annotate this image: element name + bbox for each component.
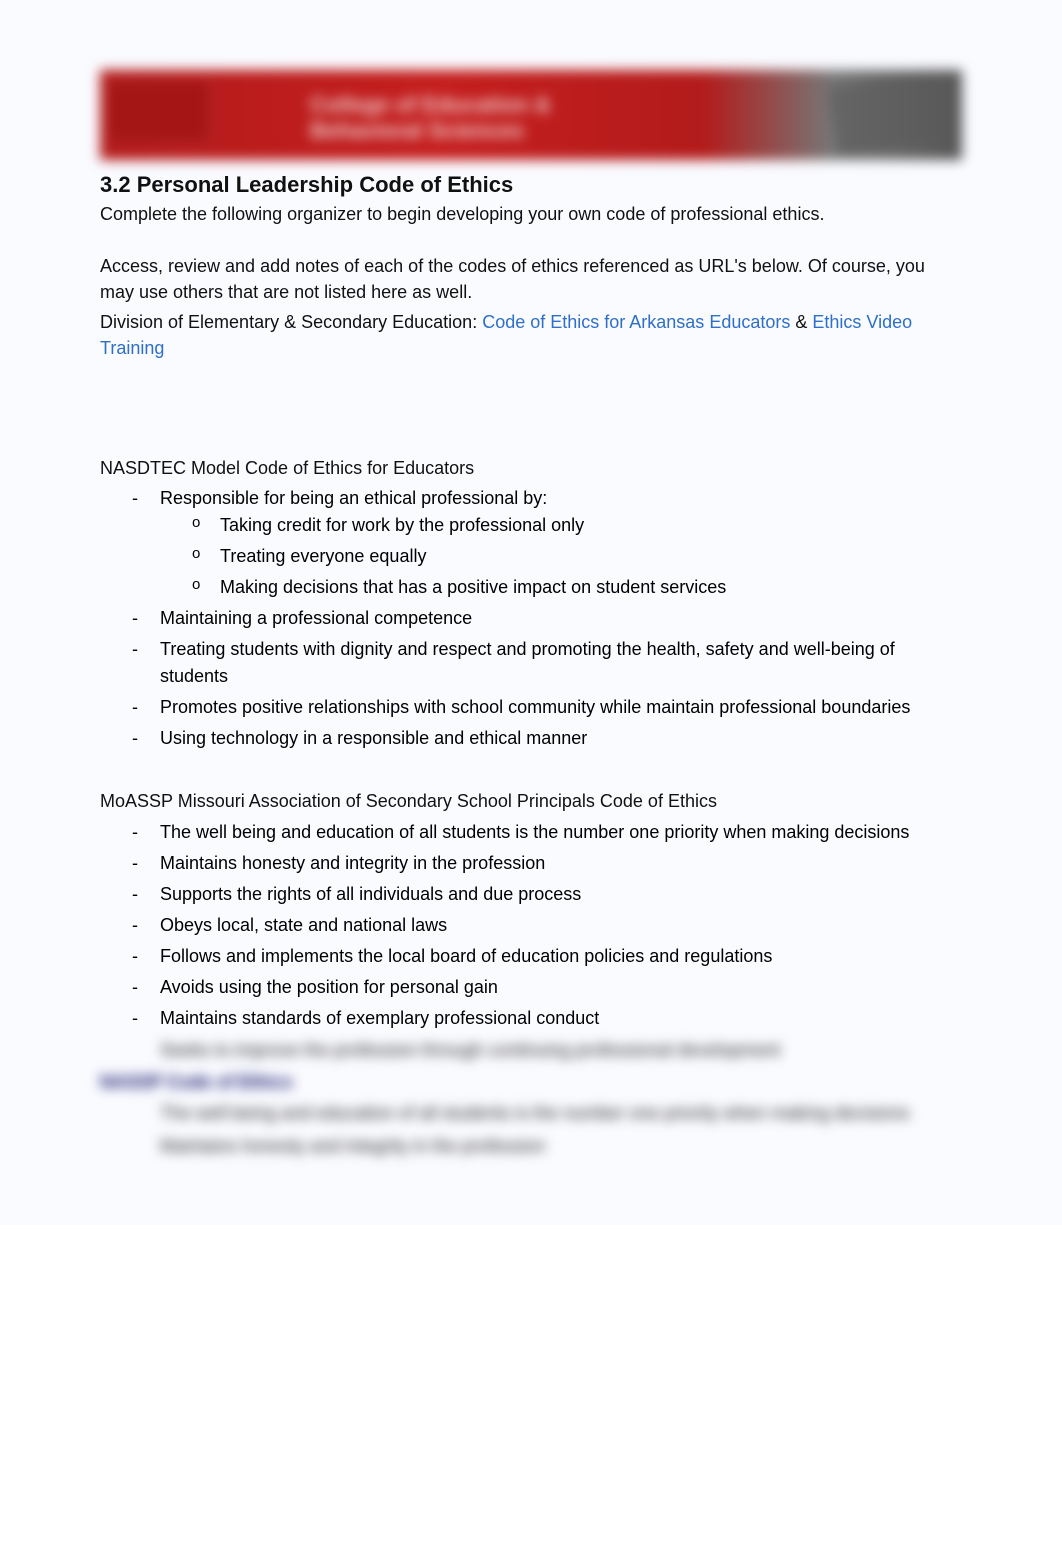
blurred-preview-area: The well being and education of all stud… xyxy=(100,1099,962,1161)
blurred-heading: NASSP Code of Ethics xyxy=(100,1072,962,1093)
access-links-line: Division of Elementary & Secondary Educa… xyxy=(100,309,962,361)
ampersand: & xyxy=(790,312,812,332)
document-page: College of Education & Behavioral Scienc… xyxy=(0,0,1062,1225)
list-item: Treating students with dignity and respe… xyxy=(160,636,962,690)
access-note: Access, review and add notes of each of … xyxy=(100,253,962,305)
list-item: Supports the rights of all individuals a… xyxy=(160,881,962,908)
blurred-line: Seeks to improve the profession through … xyxy=(160,1036,962,1065)
link-arkansas-educators[interactable]: Code of Ethics for Arkansas Educators xyxy=(482,312,790,332)
list-item: Avoids using the position for personal g… xyxy=(160,974,962,1001)
list-item: Maintaining a professional competence xyxy=(160,605,962,632)
list-item: Follows and implements the local board o… xyxy=(160,943,962,970)
blurred-line: Maintains honesty and integrity in the p… xyxy=(160,1132,962,1161)
blurred-preview-area: Seeks to improve the profession through … xyxy=(100,1036,962,1065)
nasdtec-sublist: Taking credit for work by the profession… xyxy=(160,512,962,601)
header-banner: College of Education & Behavioral Scienc… xyxy=(100,70,962,160)
list-item: Making decisions that has a positive imp… xyxy=(220,574,962,601)
banner-text: College of Education & Behavioral Scienc… xyxy=(310,92,551,144)
section-heading: 3.2 Personal Leadership Code of Ethics xyxy=(100,172,962,198)
list-item: Obeys local, state and national laws xyxy=(160,912,962,939)
list-item: The well being and education of all stud… xyxy=(160,819,962,846)
blurred-line: The well being and education of all stud… xyxy=(160,1099,962,1128)
section-intro: Complete the following organizer to begi… xyxy=(100,204,962,225)
access-prefix: Division of Elementary & Secondary Educa… xyxy=(100,312,482,332)
list-item: Maintains honesty and integrity in the p… xyxy=(160,850,962,877)
nasdtec-list: Responsible for being an ethical profess… xyxy=(100,485,962,752)
list-item: Responsible for being an ethical profess… xyxy=(160,485,962,601)
nasdtec-heading: NASDTEC Model Code of Ethics for Educato… xyxy=(100,455,962,481)
list-item: Maintains standards of exemplary profess… xyxy=(160,1005,962,1032)
list-item: Using technology in a responsible and et… xyxy=(160,725,962,752)
list-item: Treating everyone equally xyxy=(220,543,962,570)
list-item: Promotes positive relationships with sch… xyxy=(160,694,962,721)
moassp-heading: MoASSP Missouri Association of Secondary… xyxy=(100,788,962,814)
list-item: Taking credit for work by the profession… xyxy=(220,512,962,539)
moassp-list: The well being and education of all stud… xyxy=(100,819,962,1032)
